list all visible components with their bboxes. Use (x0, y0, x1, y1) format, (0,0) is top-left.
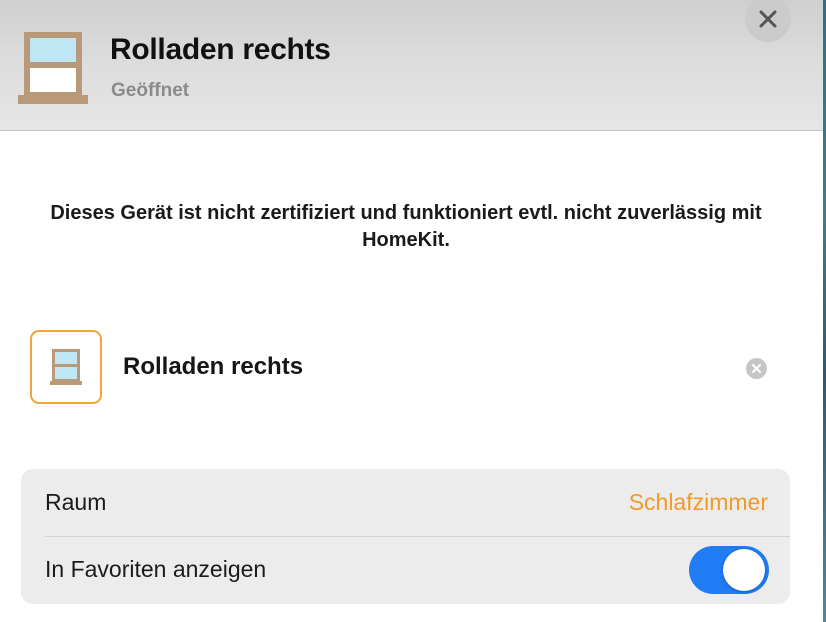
close-button[interactable] (745, 0, 791, 42)
favorites-toggle[interactable] (689, 546, 769, 594)
clear-name-button[interactable] (746, 358, 767, 379)
toggle-knob (723, 549, 765, 591)
window-shutter-icon (50, 349, 82, 385)
room-label: Raum (45, 489, 107, 515)
room-row[interactable]: Raum Schlafzimmer (21, 469, 790, 536)
close-icon (759, 10, 777, 28)
window-shutter-icon (18, 30, 88, 105)
page-title: Rolladen rechts (110, 33, 331, 66)
room-value[interactable]: Schlafzimmer (629, 489, 768, 516)
device-name-field[interactable]: Rolladen rechts (123, 353, 303, 381)
clear-icon (752, 364, 761, 373)
device-status: Geöffnet (111, 80, 190, 101)
certification-warning: Dieses Gerät ist nicht zertifiziert und … (50, 202, 762, 251)
settings-group: Raum Schlafzimmer In Favoriten anzeigen (21, 469, 790, 604)
favorites-label: In Favoriten anzeigen (45, 556, 267, 582)
header: Rolladen rechts Geöffnet (0, 0, 823, 131)
favorites-row: In Favoriten anzeigen (21, 537, 790, 604)
device-icon-button[interactable] (30, 330, 102, 404)
